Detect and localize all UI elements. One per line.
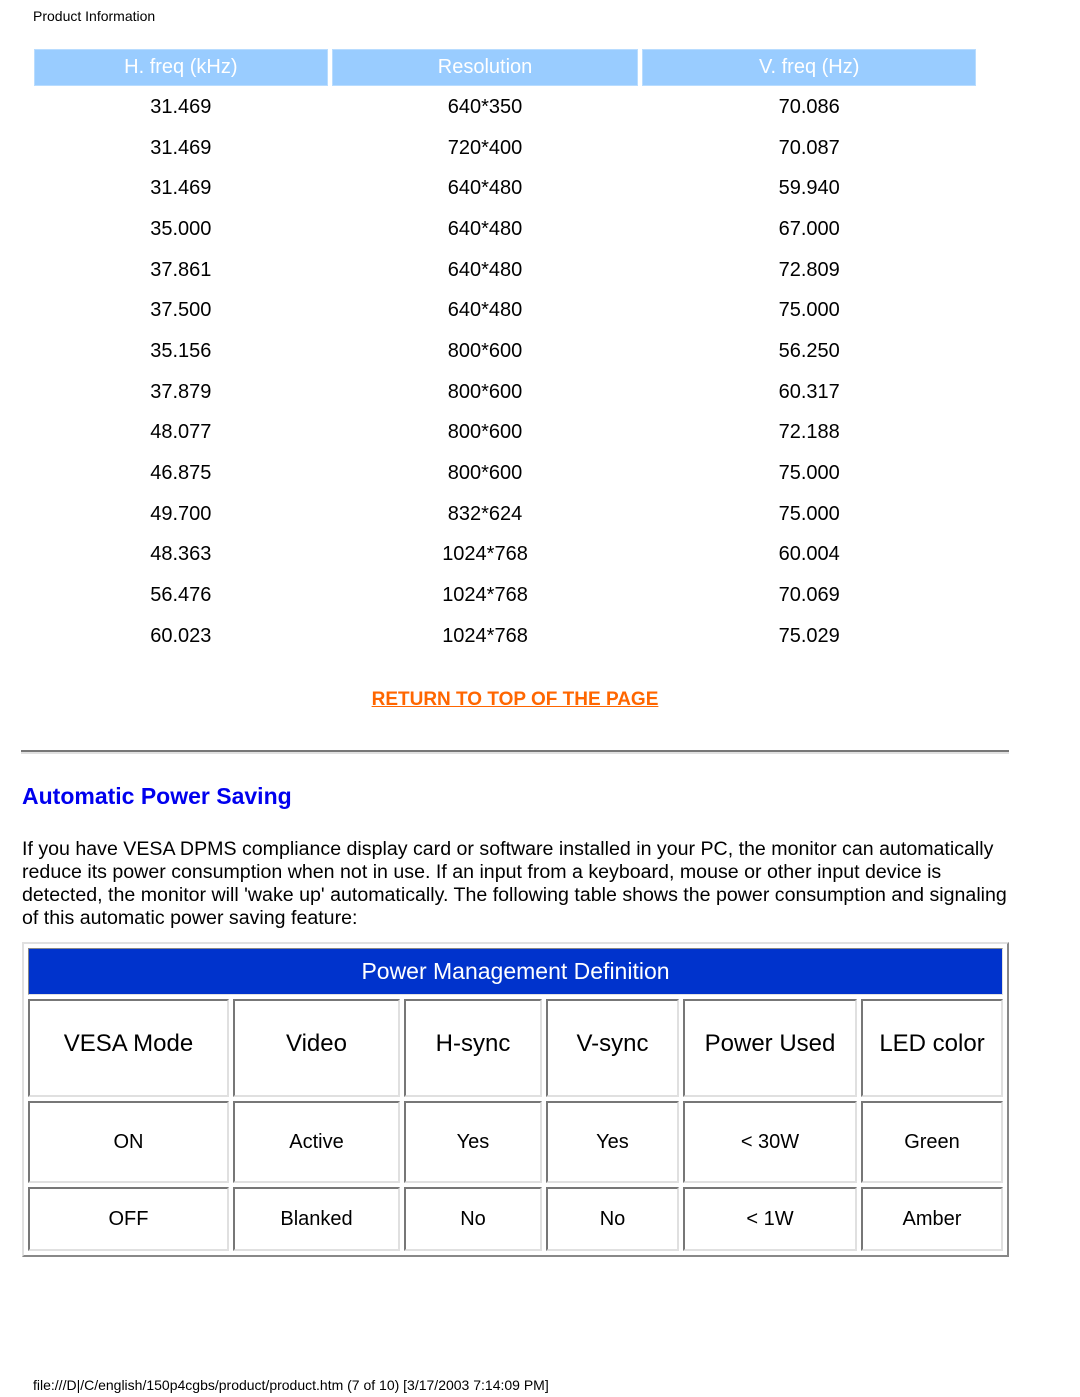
vesa-mode-cell: ON [28,1101,229,1183]
resolution-cell: 832*624 [447,502,523,525]
page-footer: file:///D|/C/english/150p4cgbs/product/p… [33,1377,549,1393]
table-row: 60.023 1024*768 75.029 [34,617,976,656]
resolution-cell: 640*480 [447,217,523,240]
resolution-cell: 640*480 [447,177,523,200]
table-row: 35.000 640*480 67.000 [34,210,976,249]
h-freq-cell: 49.700 [150,502,212,525]
table-row: 31.469 640*480 59.940 [34,169,976,208]
resolution-cell: 640*480 [447,258,523,281]
v-freq-cell: 56.250 [778,339,840,362]
v-freq-cell: 59.940 [778,177,840,200]
intro-paragraph: If you have VESA DPMS compliance display… [22,838,1007,929]
h-freq-cell: 37.861 [150,258,212,281]
power-used-cell: < 30W [683,1101,857,1183]
resolution-cell: 640*350 [447,95,523,118]
horizontal-divider [21,750,1009,754]
h-freq-cell: 56.476 [150,584,212,607]
header-label: Video [286,1030,347,1057]
led-color-cell: Amber [861,1187,1003,1251]
h-freq-cell: 35.156 [150,339,212,362]
header-resolution: Resolution [331,49,639,86]
table-row: ON Active Yes Yes < 30W Green [28,1101,1003,1183]
frequency-table: H. freq (kHz) Resolution V. freq (Hz) 31… [30,47,980,658]
v-freq-cell: 70.069 [778,584,840,607]
h-freq-cell: 60.023 [150,624,212,647]
video-cell: Active [233,1101,400,1183]
h-freq-cell: 48.363 [150,543,212,566]
v-freq-cell: 70.086 [778,95,840,118]
h-freq-cell: 37.500 [150,299,212,322]
power-table-title: Power Management Definition [28,948,1003,995]
v-freq-cell: 75.000 [778,299,840,322]
page-header-title: Product Information [33,8,156,24]
v-freq-cell: 72.809 [778,258,840,281]
table-row: 31.469 640*350 70.086 [34,88,976,127]
resolution-cell: 1024*768 [442,584,528,607]
table-row: 35.156 800*600 56.250 [34,332,976,371]
h-freq-cell: 31.469 [150,95,212,118]
resolution-cell: 1024*768 [442,624,528,647]
h-freq-cell: 35.000 [150,217,212,240]
header-label: VESA Mode [63,1030,194,1057]
v-freq-cell: 75.029 [778,624,840,647]
h-freq-cell: 37.879 [150,380,212,403]
header-label: Power Used [704,1030,836,1057]
header-label: LED color [879,1030,985,1057]
h-freq-cell: 31.469 [150,136,212,159]
frequency-table-header: H. freq (kHz) Resolution V. freq (Hz) [34,49,976,86]
video-cell: Blanked [233,1187,400,1251]
v-freq-cell: 60.317 [778,380,840,403]
v-freq-cell: 75.000 [778,502,840,525]
return-link-container: RETURN TO TOP OF THE PAGE [0,689,1030,711]
table-row: OFF Blanked No No < 1W Amber [28,1187,1003,1251]
v-sync-cell: Yes [546,1101,679,1183]
v-sync-cell: No [546,1187,679,1251]
h-freq-cell: 46.875 [150,462,212,485]
header-led-color: LED color [861,999,1003,1097]
table-row: 48.363 1024*768 60.004 [34,536,976,575]
table-row: 37.861 640*480 72.809 [34,251,976,290]
section-title: Automatic Power Saving [22,783,292,809]
header-v-sync: V-sync [546,999,679,1097]
v-freq-cell: 60.004 [778,543,840,566]
vesa-mode-cell: OFF [28,1187,229,1251]
resolution-cell: 640*480 [447,299,523,322]
v-freq-cell: 67.000 [778,217,840,240]
resolution-cell: 720*400 [447,136,523,159]
h-sync-cell: No [404,1187,542,1251]
table-row: 37.879 800*600 60.317 [34,373,976,412]
resolution-cell: 800*600 [447,421,523,444]
header-power-used: Power Used [683,999,857,1097]
table-row: 46.875 800*600 75.000 [34,454,976,493]
table-row: 56.476 1024*768 70.069 [34,576,976,615]
table-row: 48.077 800*600 72.188 [34,414,976,453]
table-row: 31.469 720*400 70.087 [34,129,976,168]
v-freq-cell: 75.000 [778,462,840,485]
power-used-cell: < 1W [683,1187,857,1251]
power-table-header-row: VESA Mode Video H-sync V-sync Power Used… [28,999,1003,1097]
h-sync-cell: Yes [404,1101,542,1183]
resolution-cell: 800*600 [447,462,523,485]
header-label: V-sync [576,1030,649,1057]
header-h-sync: H-sync [404,999,542,1097]
header-vesa-mode: VESA Mode [28,999,229,1097]
resolution-cell: 800*600 [447,380,523,403]
header-video: Video [233,999,400,1097]
v-freq-cell: 70.087 [778,136,840,159]
resolution-cell: 800*600 [447,339,523,362]
header-h-freq: H. freq (kHz) [34,49,328,86]
table-row: 49.700 832*624 75.000 [34,495,976,534]
header-label: H-sync [435,1030,511,1057]
resolution-cell: 1024*768 [442,543,528,566]
return-to-top-link[interactable]: RETURN TO TOP OF THE PAGE [372,689,659,710]
led-color-cell: Green [861,1101,1003,1183]
v-freq-cell: 72.188 [778,421,840,444]
header-v-freq: V. freq (Hz) [642,49,976,86]
power-management-table: Power Management Definition VESA Mode Vi… [22,942,1009,1257]
h-freq-cell: 48.077 [150,421,212,444]
table-row: 37.500 640*480 75.000 [34,291,976,330]
h-freq-cell: 31.469 [150,177,212,200]
